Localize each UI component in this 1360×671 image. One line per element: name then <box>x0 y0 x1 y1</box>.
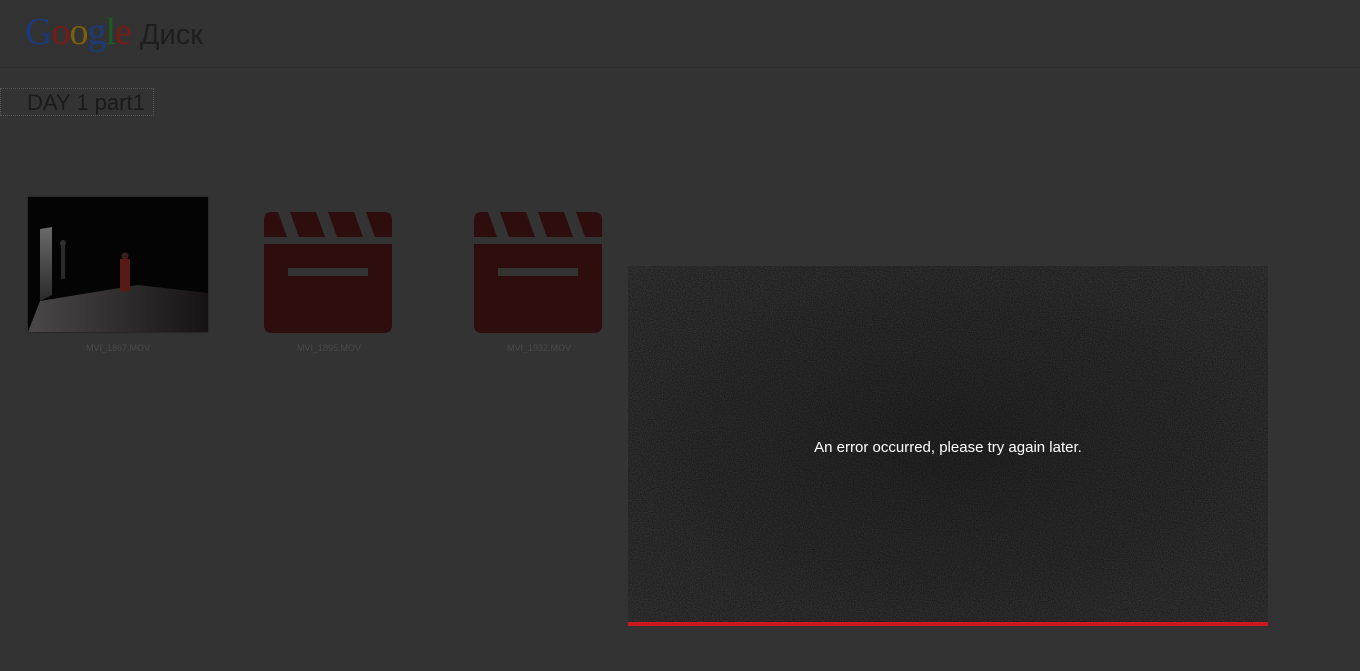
clapperboard-icon[interactable] <box>264 212 392 333</box>
logo-letter: g <box>87 11 106 53</box>
file-name[interactable]: MVI_1867.MOV <box>28 343 208 353</box>
video-player[interactable]: An error occurred, please try again late… <box>628 266 1268 626</box>
logo-letter: o <box>69 11 88 53</box>
runway-photo-image <box>28 197 208 332</box>
product-name: Диск <box>139 19 203 51</box>
google-wordmark: Google <box>25 8 132 56</box>
file-thumbnail-photo[interactable] <box>28 197 208 332</box>
page: Google Диск DAY 1 part1 MVI_1867.MOV MVI… <box>0 0 1360 671</box>
player-progress-bar[interactable] <box>628 622 1268 626</box>
clapperboard-icon[interactable] <box>474 212 602 333</box>
logo-letter: e <box>115 11 132 53</box>
header: Google Диск <box>0 0 1360 68</box>
google-drive-logo[interactable]: Google Диск <box>25 8 203 56</box>
file-name[interactable]: MVI_1895.MOV <box>239 343 419 353</box>
player-error-message: An error occurred, please try again late… <box>814 439 1082 456</box>
file-name[interactable]: MVI_1932.MOV <box>449 343 629 353</box>
logo-letter: G <box>25 11 52 53</box>
logo-letter: o <box>51 11 70 53</box>
folder-title: DAY 1 part1 <box>0 88 154 116</box>
logo-letter: l <box>105 11 116 53</box>
